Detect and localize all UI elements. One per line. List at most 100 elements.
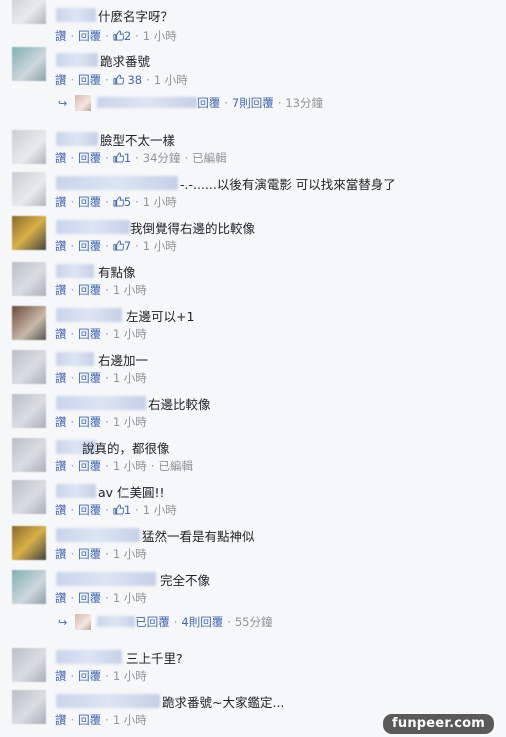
avatar[interactable]: [12, 526, 46, 560]
reply-thread[interactable]: ↪ 已回覆 · 4則回覆 · 55分鐘: [58, 614, 273, 630]
avatar[interactable]: [12, 130, 46, 164]
avatar[interactable]: [12, 306, 46, 340]
avatar[interactable]: [12, 172, 46, 206]
timestamp[interactable]: 1 小時: [113, 547, 147, 561]
like-count[interactable]: 7: [113, 239, 131, 253]
reply-link[interactable]: 回覆: [78, 239, 101, 253]
like-link[interactable]: 讚: [55, 591, 67, 605]
commenter-name[interactable]: [56, 528, 140, 542]
avatar[interactable]: [12, 350, 46, 384]
comment-text: 右邊比較像: [148, 397, 211, 412]
reply-link[interactable]: 回覆: [78, 151, 101, 165]
like-link[interactable]: 讚: [55, 73, 67, 87]
timestamp[interactable]: 1 小時: [113, 669, 147, 683]
like-link[interactable]: 讚: [55, 415, 67, 429]
commenter-name[interactable]: [56, 694, 160, 708]
avatar[interactable]: [12, 262, 46, 296]
timestamp[interactable]: 55分鐘: [235, 615, 273, 629]
comment-actions: 讚 · 回覆 · 1 · 1 小時: [55, 503, 177, 517]
like-link[interactable]: 讚: [55, 371, 67, 385]
avatar[interactable]: [12, 0, 46, 24]
timestamp[interactable]: 1 小時: [113, 327, 147, 341]
reply-count[interactable]: 4則回覆: [181, 615, 223, 629]
like-count[interactable]: 1: [113, 151, 131, 165]
replied-label[interactable]: 已回覆: [135, 615, 170, 629]
reply-link[interactable]: 回覆: [78, 547, 101, 561]
commenter-name[interactable]: [56, 264, 94, 278]
timestamp[interactable]: 1 小時: [113, 459, 147, 473]
like-link[interactable]: 讚: [55, 239, 67, 253]
timestamp[interactable]: 1 小時: [154, 73, 188, 87]
like-link[interactable]: 讚: [55, 151, 67, 165]
timestamp[interactable]: 13分鐘: [285, 96, 323, 110]
avatar: [75, 95, 92, 111]
like-link[interactable]: 讚: [55, 713, 67, 727]
timestamp[interactable]: 1 小時: [143, 29, 177, 43]
reply-count[interactable]: 7則回覆: [232, 96, 274, 110]
commenter-name[interactable]: [56, 396, 146, 410]
reply-link[interactable]: 回覆: [78, 503, 101, 517]
avatar[interactable]: [12, 690, 46, 724]
replied-label[interactable]: 回覆: [197, 96, 220, 110]
reply-thread[interactable]: ↪ 回覆 · 7則回覆 · 13分鐘: [58, 95, 323, 111]
like-link[interactable]: 讚: [55, 503, 67, 517]
commenter-name[interactable]: [56, 132, 98, 146]
like-link[interactable]: 讚: [55, 195, 67, 209]
avatar[interactable]: [12, 648, 46, 682]
commenter-name[interactable]: [56, 176, 178, 190]
commenter-name[interactable]: [56, 8, 96, 22]
timestamp[interactable]: 1 小時: [143, 503, 177, 517]
like-count[interactable]: 5: [113, 195, 131, 209]
avatar[interactable]: [12, 570, 46, 604]
comment-text: 猛然一看是有點神似: [142, 529, 255, 544]
like-count[interactable]: 38: [113, 73, 142, 87]
commenter-name[interactable]: [56, 572, 156, 586]
reply-link[interactable]: 回覆: [78, 591, 101, 605]
commenter-name[interactable]: [56, 352, 94, 366]
avatar[interactable]: [12, 47, 46, 81]
reply-link[interactable]: 回覆: [78, 195, 101, 209]
thumbs-up-icon: [113, 152, 124, 163]
timestamp[interactable]: 34分鐘: [143, 151, 181, 165]
reply-link[interactable]: 回覆: [78, 327, 101, 341]
like-link[interactable]: 讚: [55, 669, 67, 683]
comment-actions: 讚 · 回覆 · 1 小時: [55, 371, 147, 385]
avatar[interactable]: [12, 480, 46, 514]
comment-text: 我倒覺得右邊的比較像: [130, 221, 256, 236]
reply-link[interactable]: 回覆: [78, 713, 101, 727]
timestamp[interactable]: 1 小時: [113, 713, 147, 727]
like-link[interactable]: 讚: [55, 459, 67, 473]
commenter-name[interactable]: [56, 308, 122, 322]
reply-link[interactable]: 回覆: [78, 669, 101, 683]
reply-link[interactable]: 回覆: [78, 459, 101, 473]
like-link[interactable]: 讚: [55, 283, 67, 297]
reply-link[interactable]: 回覆: [78, 371, 101, 385]
avatar: [75, 614, 92, 630]
comment-text: 什麼名字呀？: [98, 9, 174, 24]
like-count[interactable]: 2: [113, 29, 131, 43]
timestamp[interactable]: 1 小時: [113, 415, 147, 429]
like-link[interactable]: 讚: [55, 547, 67, 561]
thumbs-up-icon: [113, 504, 124, 515]
like-link[interactable]: 讚: [55, 29, 67, 43]
like-link[interactable]: 讚: [55, 327, 67, 341]
reply-link[interactable]: 回覆: [78, 73, 101, 87]
reply-link[interactable]: 回覆: [78, 415, 101, 429]
reply-link[interactable]: 回覆: [78, 283, 101, 297]
timestamp[interactable]: 1 小時: [113, 591, 147, 605]
avatar[interactable]: [12, 394, 46, 428]
avatar[interactable]: [12, 216, 46, 250]
reply-link[interactable]: 回覆: [78, 29, 101, 43]
commenter-name[interactable]: [56, 650, 122, 664]
commenter-name[interactable]: [56, 53, 98, 67]
timestamp[interactable]: 1 小時: [113, 371, 147, 385]
timestamp[interactable]: 1 小時: [143, 195, 177, 209]
avatar[interactable]: [12, 438, 46, 472]
timestamp[interactable]: 1 小時: [143, 239, 177, 253]
timestamp[interactable]: 1 小時: [113, 283, 147, 297]
edited-label[interactable]: 已編輯: [158, 459, 193, 473]
commenter-name[interactable]: [56, 484, 96, 498]
like-count[interactable]: 1: [113, 503, 131, 517]
commenter-name[interactable]: [56, 220, 130, 234]
edited-label[interactable]: 已編輯: [192, 151, 227, 165]
